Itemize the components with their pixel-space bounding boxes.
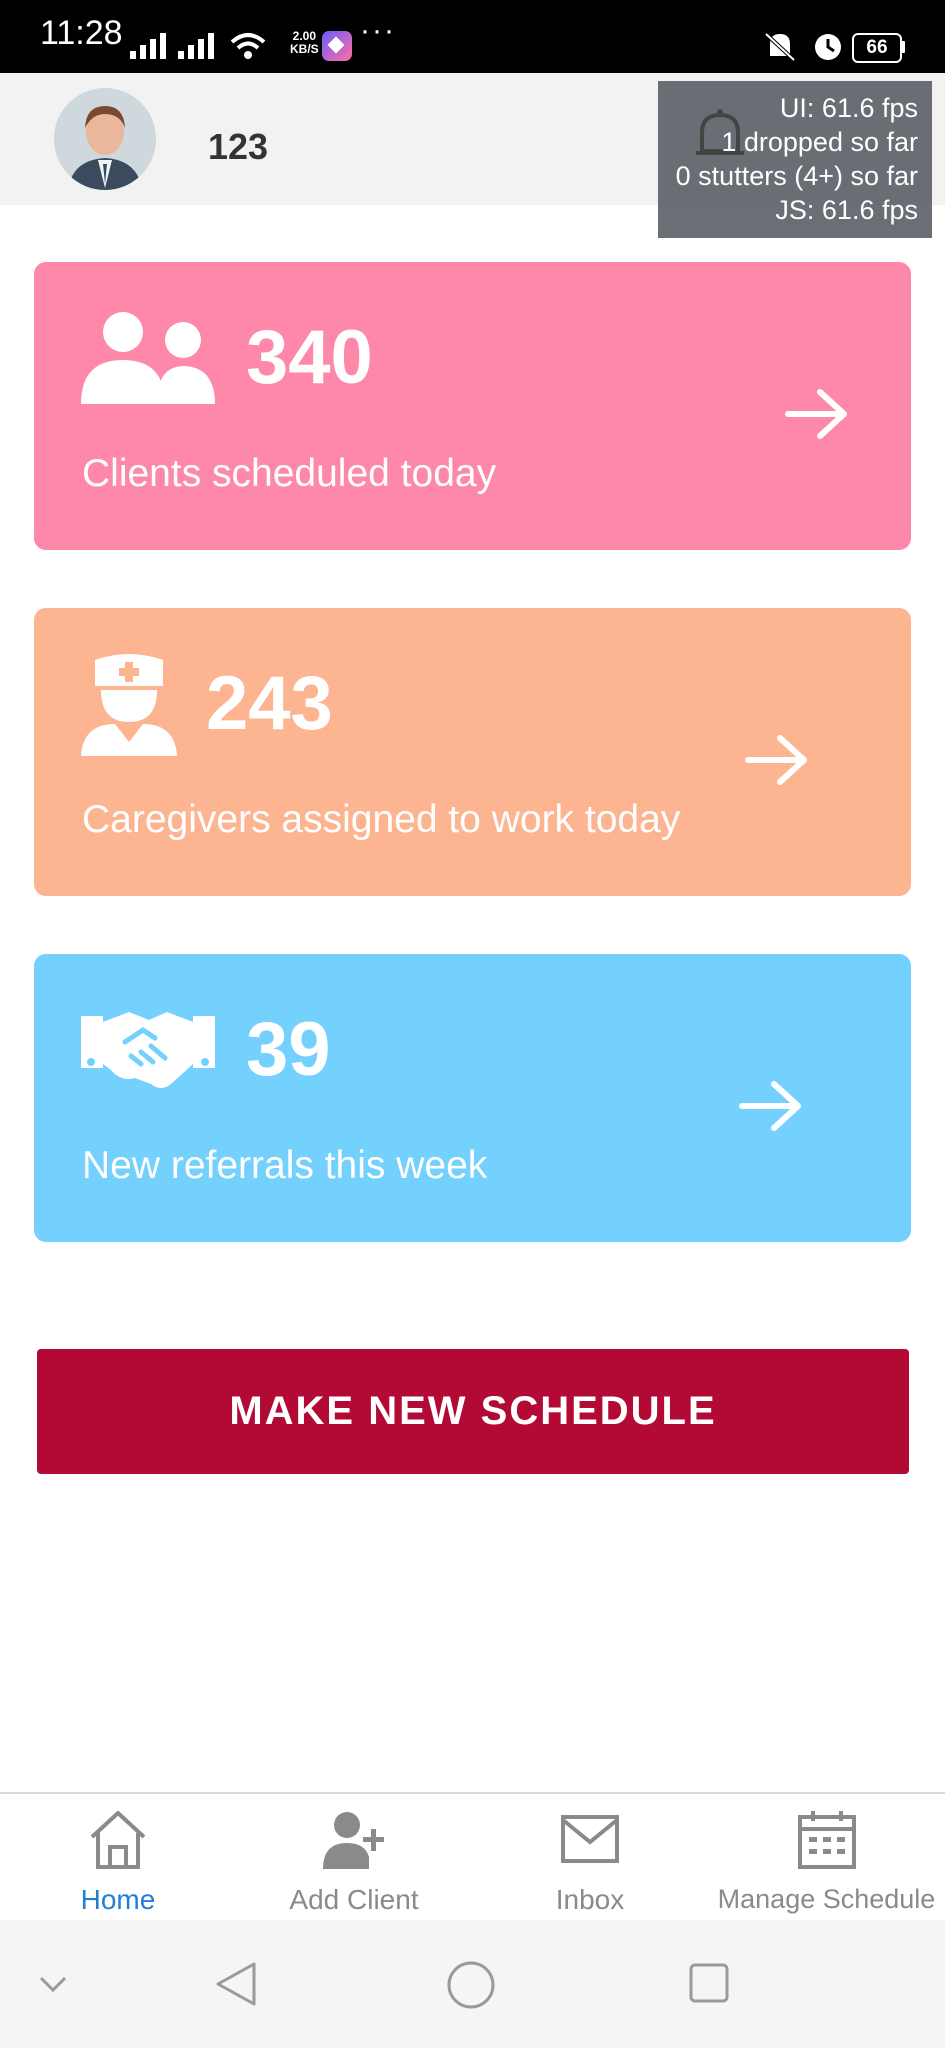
tab-add-client-label: Add Client xyxy=(289,1884,419,1915)
mail-icon xyxy=(561,1815,619,1863)
back-icon[interactable] xyxy=(214,1960,258,2008)
caregivers-count: 243 xyxy=(206,661,333,746)
tab-manage-schedule-label: Manage Schedule xyxy=(717,1884,936,1914)
caregivers-label: Caregivers assigned to work today xyxy=(82,798,681,841)
alarm-icon xyxy=(815,34,841,60)
net-speed-unit: KB/S xyxy=(290,42,319,56)
caregivers-assigned-card[interactable]: 243 Caregivers assigned to work today xyxy=(34,608,911,896)
make-new-schedule-button[interactable]: MAKE NEW SCHEDULE xyxy=(37,1349,909,1474)
bottom-tab-bar: Home Add Client Inbox Manage Schedule xyxy=(0,1792,945,1922)
clients-count: 340 xyxy=(246,315,373,400)
home-circle-icon[interactable] xyxy=(446,1960,496,2010)
perf-dropped: 1 dropped so far xyxy=(721,127,918,157)
status-bar: 11:28 2.00 KB/S ··· 66 xyxy=(0,0,945,73)
clients-scheduled-card[interactable]: 340 Clients scheduled today xyxy=(34,262,911,550)
nurse-icon xyxy=(81,654,177,756)
users-icon xyxy=(81,312,215,404)
clients-label: Clients scheduled today xyxy=(82,452,497,495)
tab-home-label: Home xyxy=(80,1884,156,1915)
new-referrals-card[interactable]: 39 New referrals this week xyxy=(34,954,911,1242)
mute-vibrate-icon xyxy=(764,32,796,62)
app-notification-icon xyxy=(322,31,352,61)
tab-home[interactable]: Home xyxy=(0,1794,236,1922)
handshake-icon xyxy=(81,1012,215,1088)
chevron-down-icon[interactable] xyxy=(38,1974,68,1994)
user-name: 123 xyxy=(208,126,269,167)
perf-monitor-overlay: UI: 61.6 fps 1 dropped so far 0 stutters… xyxy=(658,81,932,238)
tab-add-client[interactable]: Add Client xyxy=(236,1794,472,1922)
perf-js-fps: JS: 61.6 fps xyxy=(775,195,918,225)
avatar[interactable] xyxy=(54,88,156,190)
tab-inbox[interactable]: Inbox xyxy=(472,1794,708,1922)
recents-icon[interactable] xyxy=(688,1962,730,2004)
status-time: 11:28 xyxy=(40,14,123,52)
arrow-right-icon[interactable] xyxy=(738,1078,804,1134)
referrals-count: 39 xyxy=(246,1007,331,1092)
wifi-icon xyxy=(230,33,266,59)
tab-inbox-label: Inbox xyxy=(555,1884,625,1915)
calendar-icon xyxy=(797,1811,856,1869)
home-icon xyxy=(90,1811,146,1869)
tab-manage-schedule[interactable]: Manage Schedule xyxy=(708,1794,945,1922)
system-nav-bar xyxy=(0,1920,945,2048)
arrow-right-icon[interactable] xyxy=(744,732,810,788)
perf-ui-fps: UI: 61.6 fps xyxy=(779,93,918,123)
net-speed: 2.00 KB/S xyxy=(290,30,319,56)
battery-tip xyxy=(901,41,905,53)
more-indicator: ··· xyxy=(360,14,396,47)
signal-icon xyxy=(130,33,214,59)
add-user-icon xyxy=(323,1812,384,1869)
perf-stutters: 0 stutters (4+) so far xyxy=(675,161,918,191)
arrow-right-icon[interactable] xyxy=(784,386,850,442)
battery-icon: 66 xyxy=(852,33,902,63)
referrals-label: New referrals this week xyxy=(82,1144,488,1187)
avatar-image xyxy=(54,88,156,190)
